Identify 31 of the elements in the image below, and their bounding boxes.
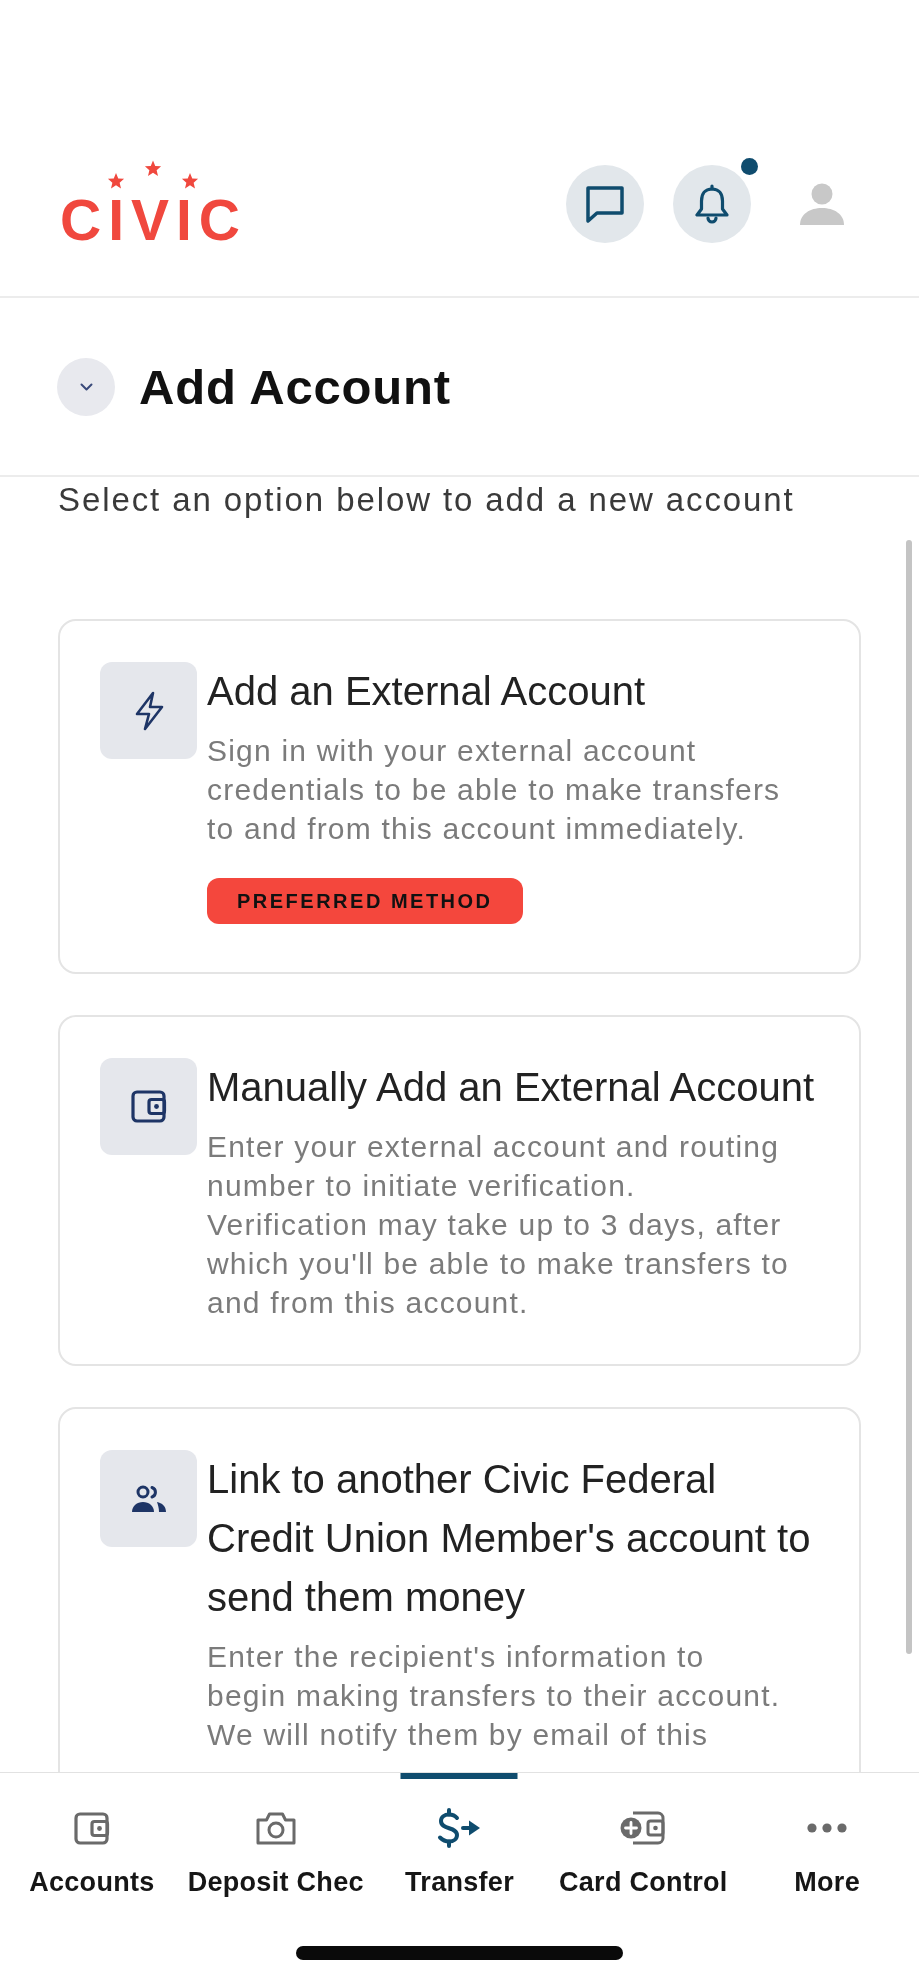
people-icon: [129, 1484, 168, 1513]
option-card[interactable]: Link to another Civic Federal Credit Union Member's account to send them money Enter the recipient's information to begin making transfers to their account. We will notify them by email of this: [58, 1407, 861, 1772]
lightning-bolt-icon: [133, 690, 164, 731]
wallet-icon: [73, 1811, 110, 1845]
user-icon: [798, 183, 846, 225]
option-title: Link to another Civic Federal Credit Union Member's account to send them money: [207, 1456, 811, 1621]
option-title: Add an External Account: [207, 668, 646, 715]
logo-stars-icon: [107, 159, 199, 190]
option-description: Enter your external account and routing number to initiate verification. Verification may take up to 3 days, after which you'll be able to make transfers to and from this account.: [207, 1129, 789, 1321]
option-card[interactable]: [58, 1015, 861, 1366]
chevron-down-icon: [79, 382, 93, 391]
scrollbar-thumb[interactable]: [906, 540, 912, 1654]
nav-tab[interactable]: Accounts: [0, 1773, 184, 1913]
chat-icon: [585, 185, 625, 223]
page-title: Add Account: [139, 358, 451, 415]
camera-icon: [255, 1811, 296, 1845]
wallet-plus-icon: [619, 1810, 668, 1846]
option-description: Enter the recipient's information to begin making transfers to their account. We will notify them by email of this: [207, 1639, 781, 1753]
nav-tab[interactable]: Deposit Chec: [183, 1773, 368, 1913]
option-description: Sign in with your external account credentials to be able to make transfers to and from this account immediately.: [207, 733, 781, 847]
option-title: Manually Add an External Account: [207, 1064, 815, 1111]
nav-tab[interactable]: Card Control: [551, 1773, 736, 1913]
option-card[interactable]: Add an External Account Sign in with your external account credentials to be able to make transfers to and from this account immediately. PREFERRED METHOD: [58, 619, 861, 974]
more-dots-icon: [807, 1823, 848, 1833]
preferred-badge: PREFERRED METHOD: [207, 878, 523, 924]
nav-tab[interactable]: Transfer: [367, 1773, 552, 1913]
nav-tab[interactable]: More: [735, 1773, 919, 1913]
logo-wordmark: CIVIC: [60, 191, 248, 249]
wallet-icon: [130, 1090, 167, 1123]
bell-icon: [695, 184, 729, 224]
page-subtitle: Select an option below to add a new account: [58, 480, 795, 520]
